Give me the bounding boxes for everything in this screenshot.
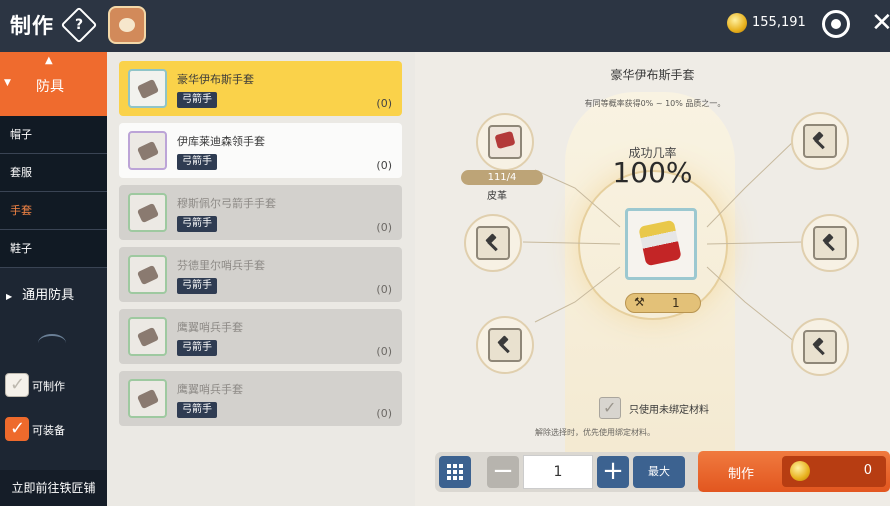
hammer-icon: [813, 226, 847, 260]
top-bar: 制作 ? 155,191 ✕: [0, 0, 890, 52]
craft-cost: 0: [782, 456, 886, 487]
class-tag: 弓箭手: [177, 216, 217, 232]
glove-icon: [128, 255, 167, 294]
item-count: (0): [376, 407, 392, 420]
list-item[interactable]: 伊库莱迪森领手套 弓箭手 (0): [119, 123, 402, 178]
filter-equippable[interactable]: 可装备: [0, 408, 107, 452]
list-item[interactable]: 豪华伊布斯手套 弓箭手 (0): [119, 61, 402, 116]
equippable-checkbox[interactable]: [5, 417, 29, 441]
item-name: 鹰翼哨兵手套: [177, 383, 243, 396]
filter-label: 可装备: [32, 424, 65, 437]
gold-coin-icon: [727, 13, 747, 33]
filter-craftable[interactable]: 可制作: [0, 364, 107, 408]
material-slot-leather[interactable]: [476, 113, 534, 171]
leather-icon: [488, 125, 522, 159]
item-name: 穆斯佩尔弓箭手手套: [177, 197, 276, 210]
gold-coin-icon: [790, 461, 810, 481]
help-glyph: ?: [74, 17, 84, 33]
sidebar-item-shoes[interactable]: 鞋子: [0, 230, 107, 268]
unbound-only-label: 只使用未绑定材料: [629, 405, 709, 416]
class-tag: 弓箭手: [177, 154, 217, 170]
hammer-icon: [803, 330, 837, 364]
material-name: 皮革: [487, 191, 507, 202]
glove-icon: [128, 317, 167, 356]
goto-blacksmith-button[interactable]: 立即前往铁匠铺: [0, 470, 107, 506]
hammer-icon: ⚒: [634, 295, 645, 309]
craft-button[interactable]: 制作 0: [698, 451, 890, 492]
product-glove-icon[interactable]: [625, 208, 697, 280]
material-slot-empty[interactable]: [791, 318, 849, 376]
glove-icon: [128, 193, 167, 232]
category-general-armor[interactable]: ▶ 通用防具: [0, 268, 107, 324]
hammer-icon: [488, 328, 522, 362]
product-qty-badge: ⚒ 1: [625, 293, 701, 313]
class-tag: 弓箭手: [177, 402, 217, 418]
category-label: 通用防具: [22, 288, 75, 303]
list-item[interactable]: 鹰翼哨兵手套 弓箭手 (0): [119, 309, 402, 364]
pet-avatar-icon[interactable]: [108, 6, 146, 44]
glove-icon: [128, 69, 167, 108]
divider-ornament-icon: [0, 324, 107, 364]
expand-arrow-icon: ▶: [6, 292, 13, 301]
recipe-title: 豪华伊布斯手套: [610, 68, 695, 82]
filter-label: 可制作: [32, 380, 65, 393]
increase-button[interactable]: +: [597, 456, 629, 488]
item-count: (0): [376, 97, 392, 110]
quantity-bar: − 1 + 最大: [435, 452, 705, 492]
expand-arrow-icon: ▼: [4, 78, 11, 88]
unbound-only-checkbox[interactable]: [599, 397, 621, 419]
close-icon[interactable]: ✕: [871, 8, 890, 38]
glove-icon: [128, 379, 167, 418]
item-name: 鹰翼哨兵手套: [177, 321, 243, 334]
class-tag: 弓箭手: [177, 92, 217, 108]
category-sidebar: ▲ ▼ 防具 帽子 套服 手套 鞋子 ▶ 通用防具 可制作 可装备 立即前往铁匠铺: [0, 52, 107, 506]
item-list: 豪华伊布斯手套 弓箭手 (0) 伊库莱迪森领手套 弓箭手 (0) 穆斯佩尔弓箭手…: [107, 52, 415, 506]
material-count: 111/4: [461, 170, 543, 185]
item-name: 芬德里尔哨兵手套: [177, 259, 265, 272]
craftable-checkbox[interactable]: [5, 373, 29, 397]
max-button[interactable]: 最大: [633, 456, 685, 488]
craft-detail-panel: 豪华伊布斯手套 有同等概率获得0% ~ 10% 品质之一。 成功几率 100% …: [415, 52, 890, 506]
material-slot-empty[interactable]: [464, 214, 522, 272]
page-title: 制作: [10, 14, 54, 38]
material-slot-empty[interactable]: [791, 112, 849, 170]
quality-note: 有同等概率获得0% ~ 10% 品质之一。: [584, 99, 726, 108]
glove-icon: [128, 131, 167, 170]
hammer-icon: [803, 124, 837, 158]
item-count: (0): [376, 159, 392, 172]
settings-gear-icon[interactable]: [822, 10, 850, 38]
collapse-arrow-icon: ▲: [45, 55, 53, 66]
help-icon[interactable]: ?: [60, 6, 98, 44]
list-item[interactable]: 穆斯佩尔弓箭手手套 弓箭手 (0): [119, 185, 402, 240]
item-count: (0): [376, 283, 392, 296]
item-count: (0): [376, 345, 392, 358]
craft-label: 制作: [728, 467, 755, 482]
bind-hint: 解除选择时，优先使用绑定材料。: [535, 428, 655, 437]
calculator-icon[interactable]: [439, 456, 471, 488]
product-qty: 1: [672, 296, 680, 310]
class-tag: 弓箭手: [177, 278, 217, 294]
item-name: 豪华伊布斯手套: [177, 73, 254, 86]
material-slot-empty[interactable]: [801, 214, 859, 272]
class-tag: 弓箭手: [177, 340, 217, 356]
cost-value: 0: [863, 463, 872, 478]
list-item[interactable]: 鹰翼哨兵手套 弓箭手 (0): [119, 371, 402, 426]
category-label: 防具: [36, 79, 64, 95]
sidebar-item-hat[interactable]: 帽子: [0, 116, 107, 154]
quantity-input[interactable]: 1: [523, 455, 593, 489]
sidebar-item-suit[interactable]: 套服: [0, 154, 107, 192]
sidebar-item-gloves[interactable]: 手套: [0, 192, 107, 230]
list-item[interactable]: 芬德里尔哨兵手套 弓箭手 (0): [119, 247, 402, 302]
item-count: (0): [376, 221, 392, 234]
material-slot-empty[interactable]: [476, 316, 534, 374]
item-name: 伊库莱迪森领手套: [177, 135, 265, 148]
category-armor[interactable]: ▲ ▼ 防具: [0, 52, 107, 116]
gold-amount: 155,191: [752, 15, 806, 30]
decrease-button[interactable]: −: [487, 456, 519, 488]
hammer-icon: [476, 226, 510, 260]
